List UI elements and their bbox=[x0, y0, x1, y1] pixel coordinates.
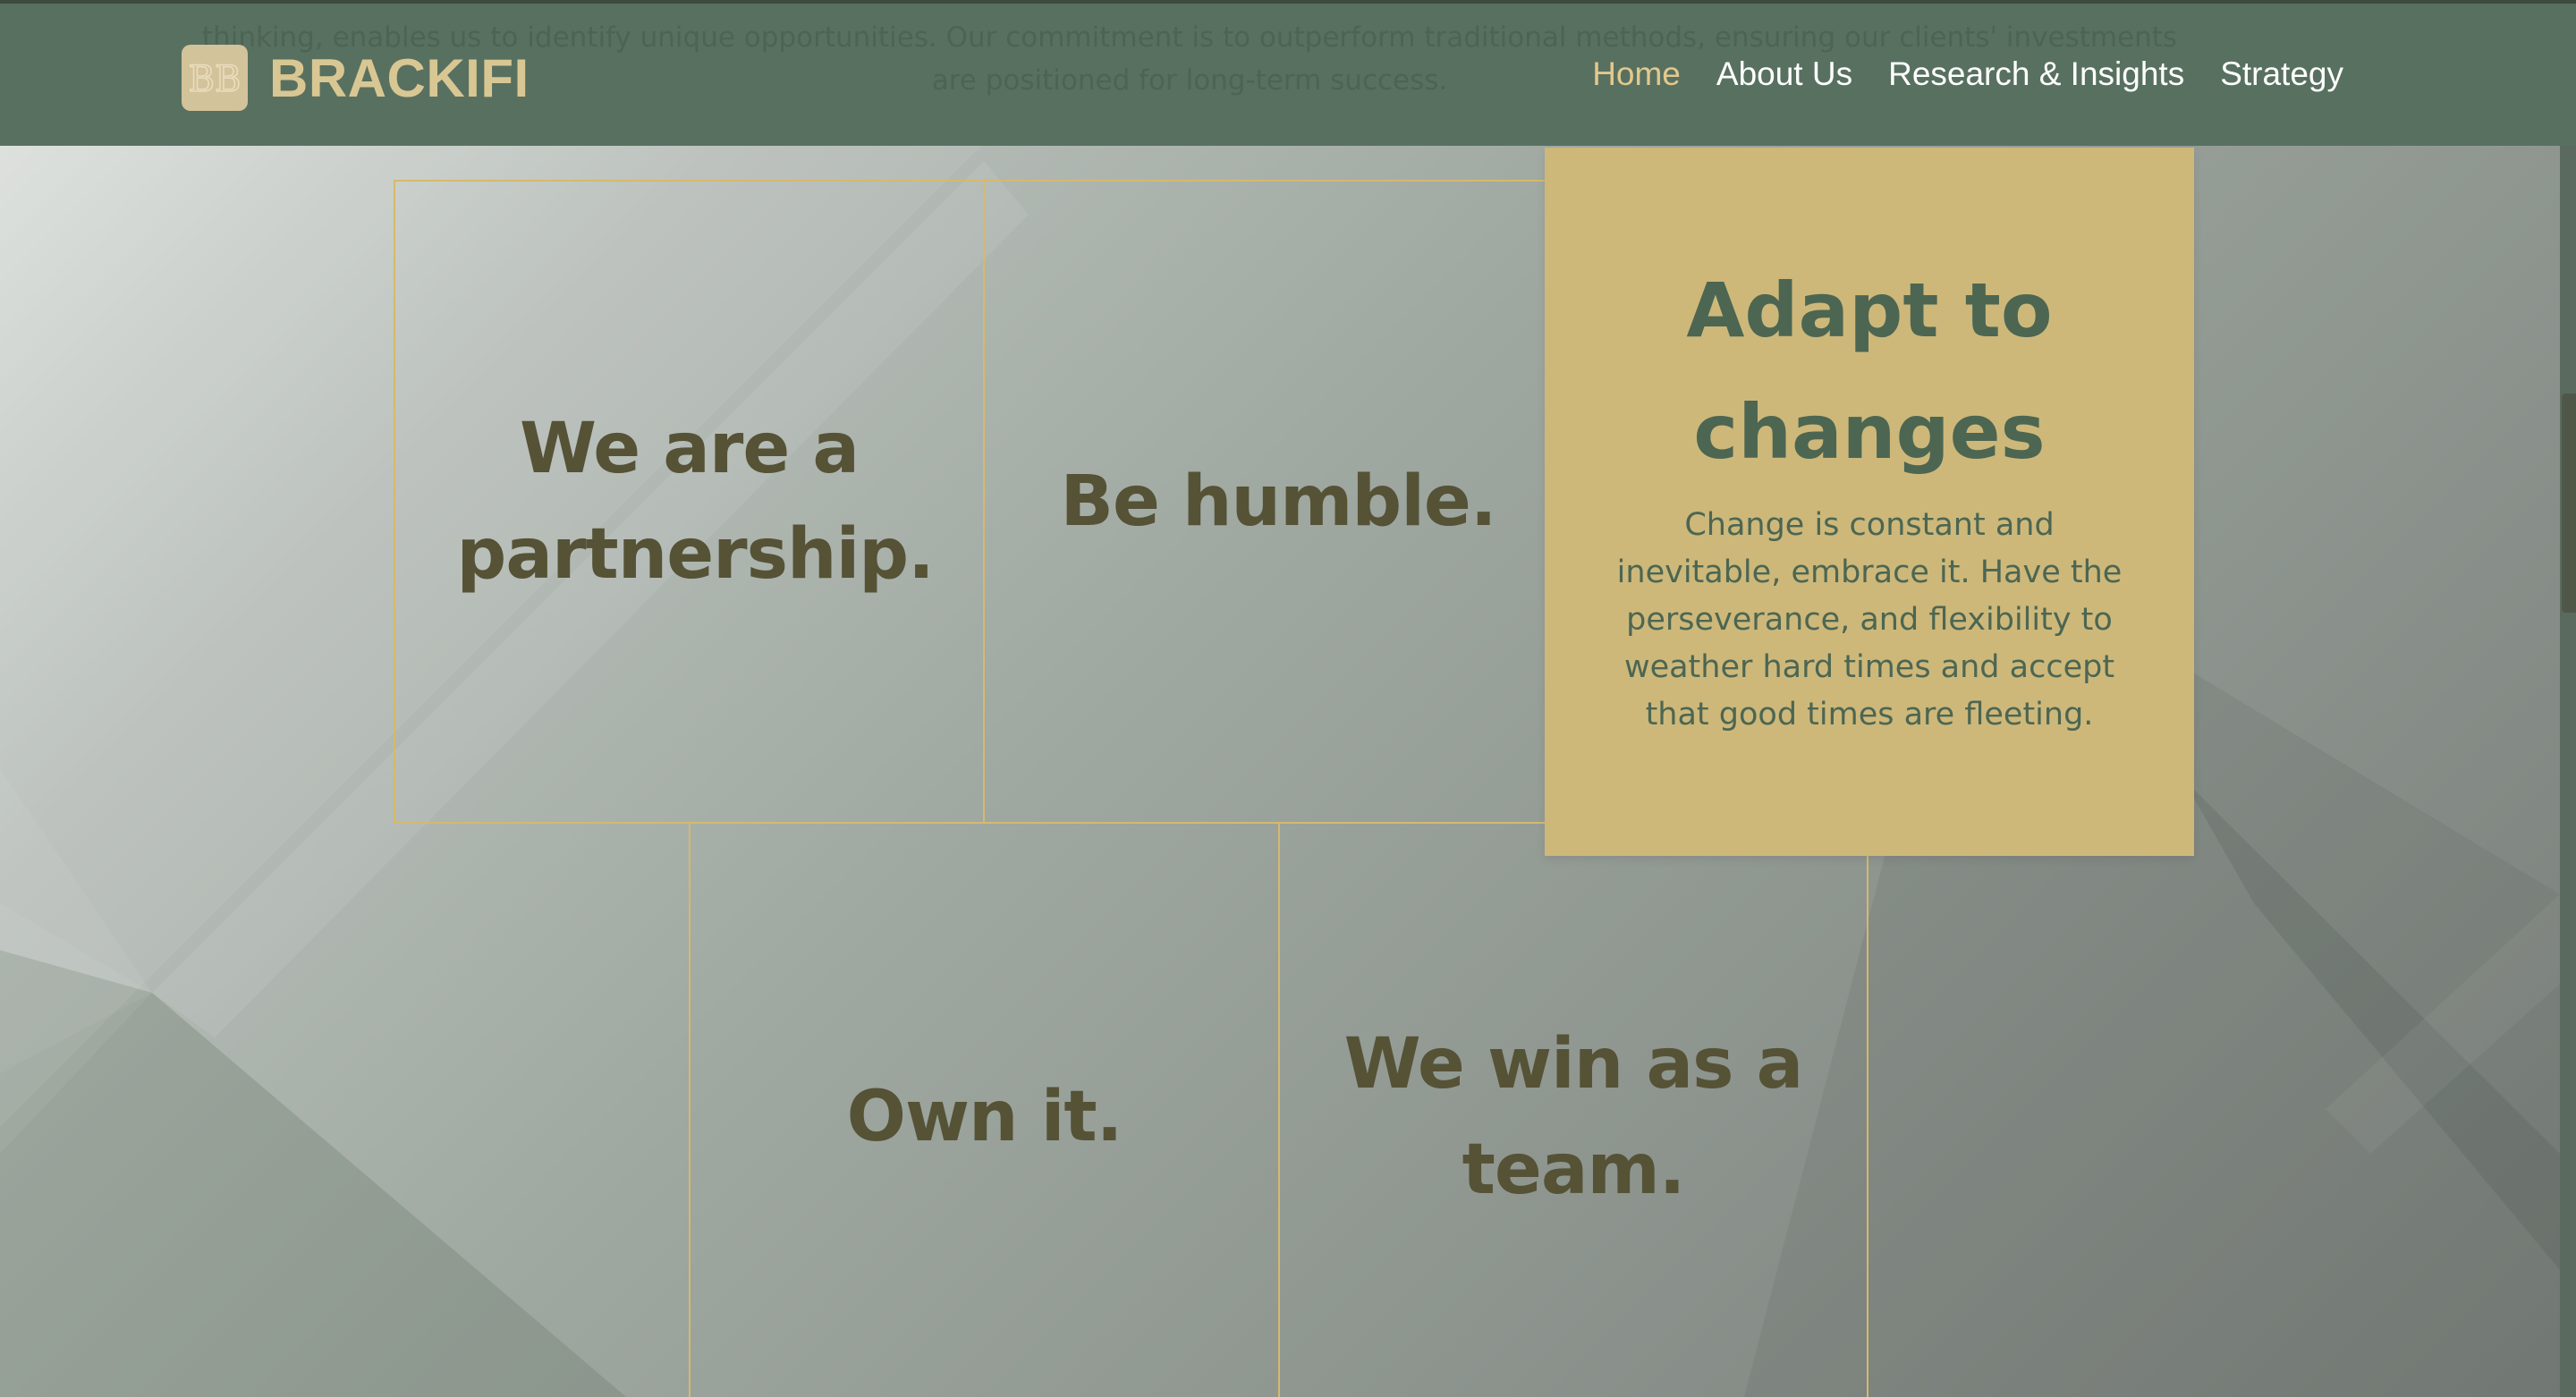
card-description: Change is constant and inevitable, embra… bbox=[1616, 507, 2123, 732]
main-nav: Home About Us Research & Insights Strate… bbox=[1592, 55, 2343, 93]
scrollbar-track[interactable] bbox=[2560, 143, 2576, 1397]
value-tile-own-it: Own it. bbox=[689, 822, 1280, 1397]
tile-title: Be humble. bbox=[1060, 461, 1497, 542]
logo-mark-icon: BB bbox=[182, 45, 248, 111]
tile-title: We win as a team. bbox=[1343, 1024, 1804, 1210]
brand-name: BRACKIFI bbox=[269, 47, 530, 108]
brand-monogram: BB bbox=[190, 58, 240, 98]
tile-title: Own it. bbox=[846, 1077, 1123, 1157]
nav-link-about-us[interactable]: About Us bbox=[1716, 55, 1852, 93]
nav-link-strategy[interactable]: Strategy bbox=[2220, 55, 2343, 93]
nav-link-home[interactable]: Home bbox=[1592, 55, 1681, 93]
nav-link-research-insights[interactable]: Research & Insights bbox=[1888, 55, 2184, 93]
site-header: thinking, enables us to identify unique … bbox=[0, 0, 2576, 146]
svg-text:BB: BB bbox=[190, 59, 240, 98]
tile-title: We are a partnership. bbox=[456, 409, 935, 595]
card-title: Adapt to changes bbox=[1686, 267, 2053, 476]
value-tile-humble: Be humble. bbox=[983, 180, 1573, 824]
scrollbar-thumb[interactable] bbox=[2562, 394, 2576, 613]
brand-logo[interactable]: BB BRACKIFI bbox=[182, 45, 530, 111]
value-tile-team: We win as a team. bbox=[1278, 822, 1868, 1397]
value-card-adapt: Adapt to changes Change is constant and … bbox=[1545, 148, 2194, 856]
value-tile-partnership: We are a partnership. bbox=[394, 180, 985, 824]
